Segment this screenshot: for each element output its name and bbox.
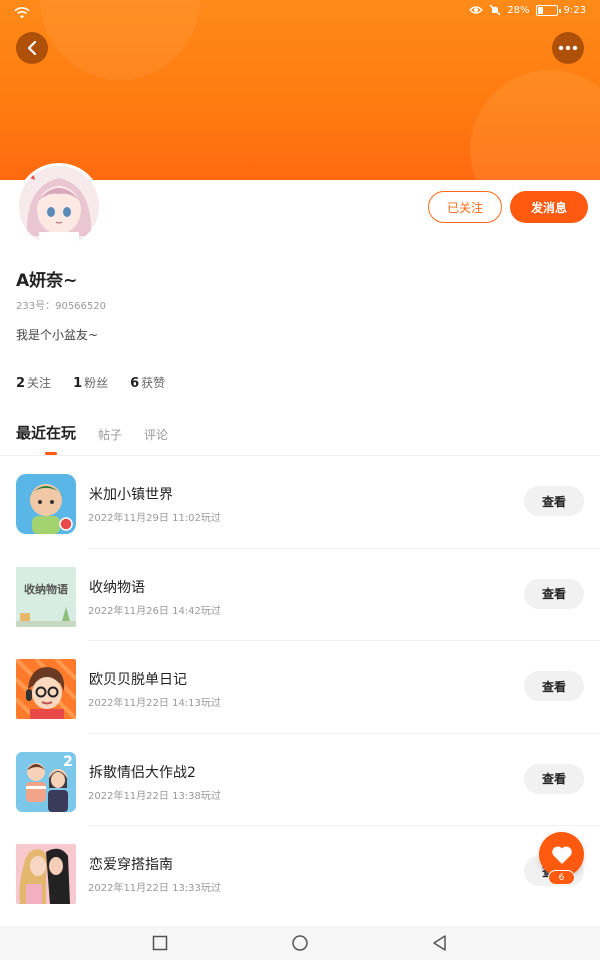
game-played-time: 2022年11月22日 13:33玩过 xyxy=(88,883,221,894)
game-name: 收纳物语 xyxy=(89,579,145,596)
breakup-couples-icon: 2 xyxy=(16,751,76,812)
status-time: 9:23 xyxy=(563,4,586,16)
list-item[interactable]: 恋爱穿搭指南 2022年11月22日 13:33玩过 查看 xyxy=(0,826,600,919)
avatar-image xyxy=(19,166,99,246)
game-icon xyxy=(16,474,76,534)
battery-icon xyxy=(535,4,561,16)
breakup-couples-icon-number: 2 xyxy=(63,754,73,770)
back-triangle-icon[interactable] xyxy=(431,934,449,952)
love-outfit-icon xyxy=(16,844,76,904)
game-name: 拆散情侣大作战2 xyxy=(89,764,196,781)
more-horizontal-icon xyxy=(558,45,578,51)
status-bar: 28% 9:23 xyxy=(0,0,600,26)
stat-following[interactable]: 2 关注 xyxy=(16,374,51,391)
game-played-time: 2022年11月22日 13:38玩过 xyxy=(88,790,221,802)
user-id-label: 233号： xyxy=(16,301,56,312)
game-name: 欧贝贝脱单日记 xyxy=(89,672,187,688)
game-icon: 收纳物语 xyxy=(16,566,76,627)
storage-story-icon-title: 收纳物语 xyxy=(24,582,68,596)
eye-icon xyxy=(469,6,484,14)
system-navigation-bar xyxy=(0,926,600,960)
tab-posts[interactable]: 帖子 xyxy=(98,426,122,443)
back-button[interactable] xyxy=(16,32,48,64)
obeibei-icon xyxy=(16,659,76,719)
battery-fill xyxy=(537,6,544,14)
mute-bell-icon xyxy=(489,4,501,16)
list-item[interactable]: 收纳物语 收纳物语 2022年11月26日 14:42玩过 查看 xyxy=(0,549,600,641)
profile-tabs: 最近在玩 帖子 评论 xyxy=(16,422,168,443)
recent-games-list: 米加小镇世界 2022年11月29日 11:02玩过 查看 收纳物语 收纳物语 … xyxy=(0,456,600,919)
list-item[interactable]: 米加小镇世界 2022年11月29日 11:02玩过 查看 xyxy=(0,456,600,549)
recent-apps-icon[interactable] xyxy=(151,934,169,952)
view-game-button[interactable]: 查看 xyxy=(524,671,584,701)
battery-percent: 28% xyxy=(507,4,530,16)
game-name: 恋爱穿搭指南 xyxy=(89,857,173,873)
avatar[interactable] xyxy=(16,163,102,249)
user-id-value: 90566520 xyxy=(55,301,106,312)
game-icon xyxy=(16,659,76,719)
tab-comments[interactable]: 评论 xyxy=(144,426,168,443)
game-icon: 2 xyxy=(16,751,76,812)
game-name: 米加小镇世界 xyxy=(89,487,173,503)
miga-town-icon xyxy=(16,474,76,534)
game-icon xyxy=(16,844,76,904)
followed-button[interactable]: 已关注 xyxy=(428,191,502,223)
tab-recently-played[interactable]: 最近在玩 xyxy=(16,422,76,443)
heart-icon xyxy=(551,845,572,864)
send-message-button[interactable]: 发消息 xyxy=(510,191,588,223)
view-game-button[interactable]: 查看 xyxy=(524,486,584,516)
view-game-button[interactable]: 查看 xyxy=(524,763,584,794)
like-count-badge: 6 xyxy=(548,870,575,885)
list-item[interactable]: 欧贝贝脱单日记 2022年11月22日 14:13玩过 查看 xyxy=(0,641,600,734)
stat-followers[interactable]: 1 粉丝 xyxy=(73,374,108,391)
stat-likes[interactable]: 6 获赞 xyxy=(130,374,165,391)
chevron-left-icon xyxy=(27,40,37,56)
view-game-button[interactable]: 查看 xyxy=(524,578,584,609)
profile-banner: 28% 9:23 xyxy=(0,0,600,180)
game-played-time: 2022年11月26日 14:42玩过 xyxy=(88,605,221,617)
storage-story-icon: 收纳物语 xyxy=(16,566,76,627)
home-icon[interactable] xyxy=(291,934,309,952)
wifi-icon xyxy=(14,7,30,19)
user-bio: 我是个小盆友~ xyxy=(16,328,99,342)
profile-stats: 2 关注 1 粉丝 6 获赞 xyxy=(16,374,165,391)
banner-decoration xyxy=(470,70,600,180)
game-played-time: 2022年11月22日 14:13玩过 xyxy=(88,698,221,709)
user-name: A妍奈~ xyxy=(16,271,78,291)
game-played-time: 2022年11月29日 11:02玩过 xyxy=(88,513,221,524)
user-id: 233号：90566520 xyxy=(16,297,106,312)
more-options-button[interactable] xyxy=(552,32,584,64)
list-item[interactable]: 2 拆散情侣大作战2 2022年11月22日 13:38玩过 查看 xyxy=(0,734,600,826)
status-right: 28% 9:23 xyxy=(469,4,586,16)
